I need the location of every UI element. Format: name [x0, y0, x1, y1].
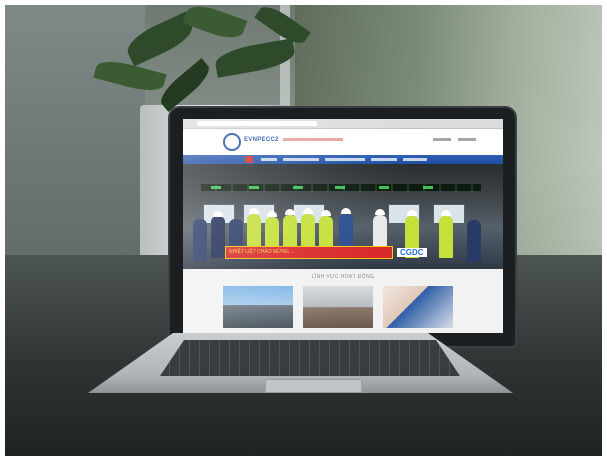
address-bar[interactable]: [197, 121, 317, 126]
site-header: EVNPECC2: [183, 129, 503, 155]
trackpad: [265, 379, 362, 393]
cgdc-logo: CGDC: [397, 248, 427, 257]
nav-home-button[interactable]: [245, 156, 253, 163]
nav-item[interactable]: [261, 158, 277, 161]
ticker-light: [211, 186, 221, 189]
site-tagline: [283, 138, 343, 141]
hard-hat: [321, 210, 331, 216]
hard-hat: [303, 208, 313, 214]
worker: [193, 219, 207, 261]
hard-hat: [285, 209, 295, 215]
hard-hat: [249, 208, 259, 214]
hard-hat: [407, 210, 417, 216]
worker: [439, 216, 453, 258]
worker: [211, 216, 225, 258]
background-wall: [5, 5, 145, 265]
hero-image: NHIỆT LIỆT CHÀO MỪNG ... CGDC: [183, 164, 503, 269]
ticker-light: [249, 186, 259, 189]
evn-logo-icon[interactable]: [223, 133, 241, 151]
main-nav: [183, 155, 503, 164]
thumbnail-plant[interactable]: [223, 286, 293, 328]
ticker-light: [379, 186, 389, 189]
hard-hat: [341, 208, 351, 214]
plant-leaf: [182, 5, 248, 44]
header-link[interactable]: [433, 138, 451, 141]
nav-item[interactable]: [371, 158, 397, 161]
header-link[interactable]: [458, 138, 476, 141]
nav-item[interactable]: [283, 158, 319, 161]
ticker-light: [293, 186, 303, 189]
thumbnail-industrial[interactable]: [303, 286, 373, 328]
section-title: LĨNH VỰC HOẠT ĐỘNG: [311, 274, 375, 280]
browser-toolbar: [183, 119, 503, 129]
hard-hat: [375, 209, 385, 215]
nav-item[interactable]: [325, 158, 365, 161]
keyboard: [160, 340, 460, 376]
ticker-light: [335, 186, 345, 189]
hard-hat: [267, 211, 277, 217]
laptop-screen: EVNPECC2 NHIỆT LIỆT CHÀO MỪNG ... CGDC L…: [183, 119, 503, 333]
ticker-light: [423, 186, 433, 189]
thumbnail-engineers[interactable]: [383, 286, 453, 328]
red-banner: NHIỆT LIỆT CHÀO MỪNG ...: [225, 246, 393, 259]
banner-text: NHIỆT LIỆT CHÀO MỪNG ...: [229, 249, 295, 255]
hard-hat: [441, 210, 451, 216]
worker: [467, 220, 481, 262]
hard-hat: [213, 211, 223, 217]
nav-item[interactable]: [403, 158, 427, 161]
plant-leaf: [155, 58, 215, 112]
site-logo-text[interactable]: EVNPECC2: [244, 137, 279, 143]
